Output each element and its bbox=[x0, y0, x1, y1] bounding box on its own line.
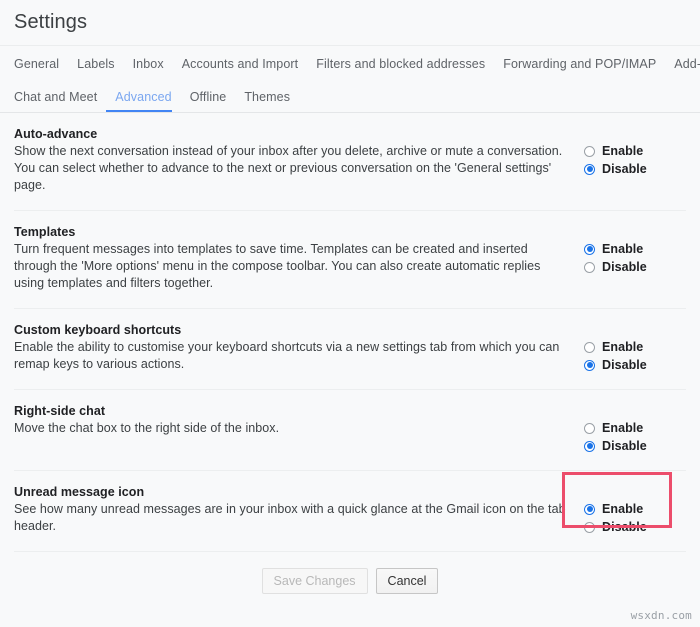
settings-section: Auto-advance Show the next conversation i… bbox=[14, 113, 686, 211]
radio-group: Enable Disable bbox=[584, 485, 676, 535]
tab-offline[interactable]: Offline bbox=[181, 90, 236, 112]
radio-unselected-icon[interactable] bbox=[584, 262, 595, 273]
tab-themes[interactable]: Themes bbox=[235, 90, 299, 112]
radio-option-enable[interactable]: Enable bbox=[584, 339, 676, 355]
section-title: Auto-advance bbox=[14, 127, 574, 141]
section-description: Turn frequent messages into templates to… bbox=[14, 241, 574, 292]
radio-selected-icon[interactable] bbox=[584, 164, 595, 175]
radio-option-label: Enable bbox=[602, 144, 643, 158]
radio-option-label: Disable bbox=[602, 520, 647, 534]
page-title: Settings bbox=[14, 11, 87, 34]
radio-group: Enable Disable bbox=[584, 225, 676, 275]
settings-section: Templates Turn frequent messages into tem… bbox=[14, 211, 686, 309]
settings-section: Right-side chat Move the chat box to the … bbox=[14, 390, 686, 471]
settings-tabs: GeneralLabelsInboxAccounts and ImportFil… bbox=[0, 46, 700, 113]
settings-section: Unread message icon See how many unread m… bbox=[14, 471, 686, 552]
radio-option-enable[interactable]: Enable bbox=[584, 420, 676, 436]
radio-selected-icon[interactable] bbox=[584, 441, 595, 452]
section-title: Custom keyboard shortcuts bbox=[14, 323, 574, 337]
radio-option-disable[interactable]: Disable bbox=[584, 519, 676, 535]
tab-labels[interactable]: Labels bbox=[68, 57, 123, 79]
radio-unselected-icon[interactable] bbox=[584, 342, 595, 353]
radio-option-label: Enable bbox=[602, 340, 643, 354]
radio-selected-icon[interactable] bbox=[584, 504, 595, 515]
section-description: Show the next conversation instead of yo… bbox=[14, 143, 574, 194]
tab-row-primary: GeneralLabelsInboxAccounts and ImportFil… bbox=[14, 46, 686, 79]
section-text-block: Right-side chat Move the chat box to the … bbox=[14, 404, 584, 437]
radio-option-disable[interactable]: Disable bbox=[584, 357, 676, 373]
radio-option-disable[interactable]: Disable bbox=[584, 161, 676, 177]
settings-section: Custom keyboard shortcuts Enable the abil… bbox=[14, 309, 686, 390]
section-text-block: Custom keyboard shortcuts Enable the abil… bbox=[14, 323, 584, 373]
radio-unselected-icon[interactable] bbox=[584, 423, 595, 434]
radio-group: Enable Disable bbox=[584, 404, 676, 454]
cancel-button[interactable]: Cancel bbox=[376, 568, 439, 594]
settings-sections-list: Auto-advance Show the next conversation i… bbox=[0, 113, 700, 552]
section-text-block: Unread message icon See how many unread m… bbox=[14, 485, 584, 535]
site-watermark: wsxdn.com bbox=[631, 609, 692, 622]
radio-option-label: Disable bbox=[602, 358, 647, 372]
radio-option-enable[interactable]: Enable bbox=[584, 241, 676, 257]
tab-row-secondary: Chat and MeetAdvancedOfflineThemes bbox=[14, 79, 686, 112]
radio-option-enable[interactable]: Enable bbox=[584, 143, 676, 159]
radio-unselected-icon[interactable] bbox=[584, 146, 595, 157]
radio-selected-icon[interactable] bbox=[584, 244, 595, 255]
section-description: Move the chat box to the right side of t… bbox=[14, 420, 574, 437]
radio-option-label: Enable bbox=[602, 421, 643, 435]
radio-option-disable[interactable]: Disable bbox=[584, 438, 676, 454]
tab-advanced[interactable]: Advanced bbox=[106, 90, 180, 112]
radio-group: Enable Disable bbox=[584, 127, 676, 177]
radio-option-disable[interactable]: Disable bbox=[584, 259, 676, 275]
radio-option-label: Enable bbox=[602, 502, 643, 516]
radio-option-enable[interactable]: Enable bbox=[584, 501, 676, 517]
tab-filters-and-blocked-addresses[interactable]: Filters and blocked addresses bbox=[307, 57, 494, 79]
form-actions: Save Changes Cancel bbox=[0, 552, 700, 594]
radio-group: Enable Disable bbox=[584, 323, 676, 373]
radio-unselected-icon[interactable] bbox=[584, 522, 595, 533]
tab-chat-and-meet[interactable]: Chat and Meet bbox=[14, 90, 106, 112]
section-description: Enable the ability to customise your key… bbox=[14, 339, 574, 373]
radio-option-label: Disable bbox=[602, 162, 647, 176]
tab-inbox[interactable]: Inbox bbox=[124, 57, 173, 79]
radio-selected-icon[interactable] bbox=[584, 360, 595, 371]
section-text-block: Templates Turn frequent messages into tem… bbox=[14, 225, 584, 292]
radio-option-label: Enable bbox=[602, 242, 643, 256]
tab-general[interactable]: General bbox=[14, 57, 68, 79]
section-title: Templates bbox=[14, 225, 574, 239]
section-title: Right-side chat bbox=[14, 404, 574, 418]
radio-option-label: Disable bbox=[602, 439, 647, 453]
radio-option-label: Disable bbox=[602, 260, 647, 274]
settings-header: Settings bbox=[0, 0, 700, 46]
tab-accounts-and-import[interactable]: Accounts and Import bbox=[173, 57, 308, 79]
section-text-block: Auto-advance Show the next conversation i… bbox=[14, 127, 584, 194]
section-title: Unread message icon bbox=[14, 485, 574, 499]
tab-forwarding-and-pop-imap[interactable]: Forwarding and POP/IMAP bbox=[494, 57, 665, 79]
tab-add-ons[interactable]: Add-ons bbox=[665, 57, 700, 79]
save-changes-button[interactable]: Save Changes bbox=[262, 568, 368, 594]
section-description: See how many unread messages are in your… bbox=[14, 501, 574, 535]
